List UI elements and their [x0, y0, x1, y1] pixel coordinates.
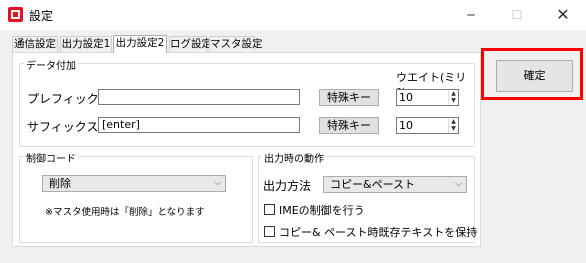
- ime-control-label: IMEの制御を行う: [279, 204, 365, 217]
- ime-control-checkbox[interactable]: [264, 204, 275, 215]
- control-code-select[interactable]: 削除 ⌵: [42, 175, 226, 192]
- keep-text-checkbox[interactable]: [264, 226, 275, 237]
- tab-panel: データ付加 ウエイト(ミリ秒) プレフィックス 特殊キー 10 ▲▼ サフィック…: [12, 52, 481, 247]
- spin-arrows-icon[interactable]: ▲ ▼: [448, 118, 458, 133]
- tab-output-settings-2[interactable]: 出力設定2: [113, 35, 167, 53]
- output-method-value: コピー&ペースト: [330, 178, 416, 191]
- tab-output-settings-1[interactable]: 出力設定1: [60, 36, 112, 52]
- suffix-wait-spinner[interactable]: 10 ▲ ▼: [396, 117, 459, 134]
- tab-comm-settings[interactable]: 通信設定: [12, 36, 58, 52]
- chevron-down-icon: ⌵: [455, 179, 462, 189]
- prefix-wait-value: 10: [399, 91, 413, 104]
- output-method-label: 出力方法: [263, 179, 312, 193]
- output-method-select[interactable]: コピー&ペースト ⌵: [323, 176, 467, 193]
- title-bar: 設定 ─ ☐ ✕: [0, 0, 586, 30]
- output-action-legend: 出力時の動作: [262, 150, 326, 165]
- control-code-group: [19, 156, 253, 243]
- spin-arrows-icon[interactable]: ▲ ▼: [448, 90, 458, 105]
- suffix-label: サフィックス: [27, 120, 99, 134]
- control-code-note: ※マスタ使用時は「削除」となります: [45, 207, 205, 218]
- suffix-special-key-button[interactable]: 特殊キー: [319, 117, 379, 134]
- tab-master-settings[interactable]: マスタ設定: [209, 36, 263, 52]
- chevron-down-icon: ⌵: [214, 178, 221, 188]
- highlight-box: [481, 48, 583, 100]
- window-title: 設定: [29, 9, 54, 23]
- keep-text-label: コピー& ペースト時既存テキストを保持: [279, 226, 478, 239]
- prefix-special-key-button[interactable]: 特殊キー: [319, 89, 379, 106]
- minimize-button[interactable]: ─: [448, 0, 494, 30]
- prefix-input[interactable]: [98, 89, 300, 105]
- control-code-value: 削除: [49, 177, 71, 190]
- close-button[interactable]: ✕: [540, 0, 586, 30]
- tab-log-settings[interactable]: ログ設定: [169, 36, 212, 52]
- prefix-wait-spinner[interactable]: 10 ▲ ▼: [396, 89, 459, 106]
- suffix-wait-value: 10: [399, 119, 413, 132]
- control-code-legend: 制御コード: [24, 150, 78, 165]
- maximize-button: ☐: [511, 8, 523, 22]
- suffix-input[interactable]: [enter]: [98, 117, 300, 133]
- app-icon: [8, 7, 23, 22]
- data-append-legend: データ付加: [24, 57, 78, 72]
